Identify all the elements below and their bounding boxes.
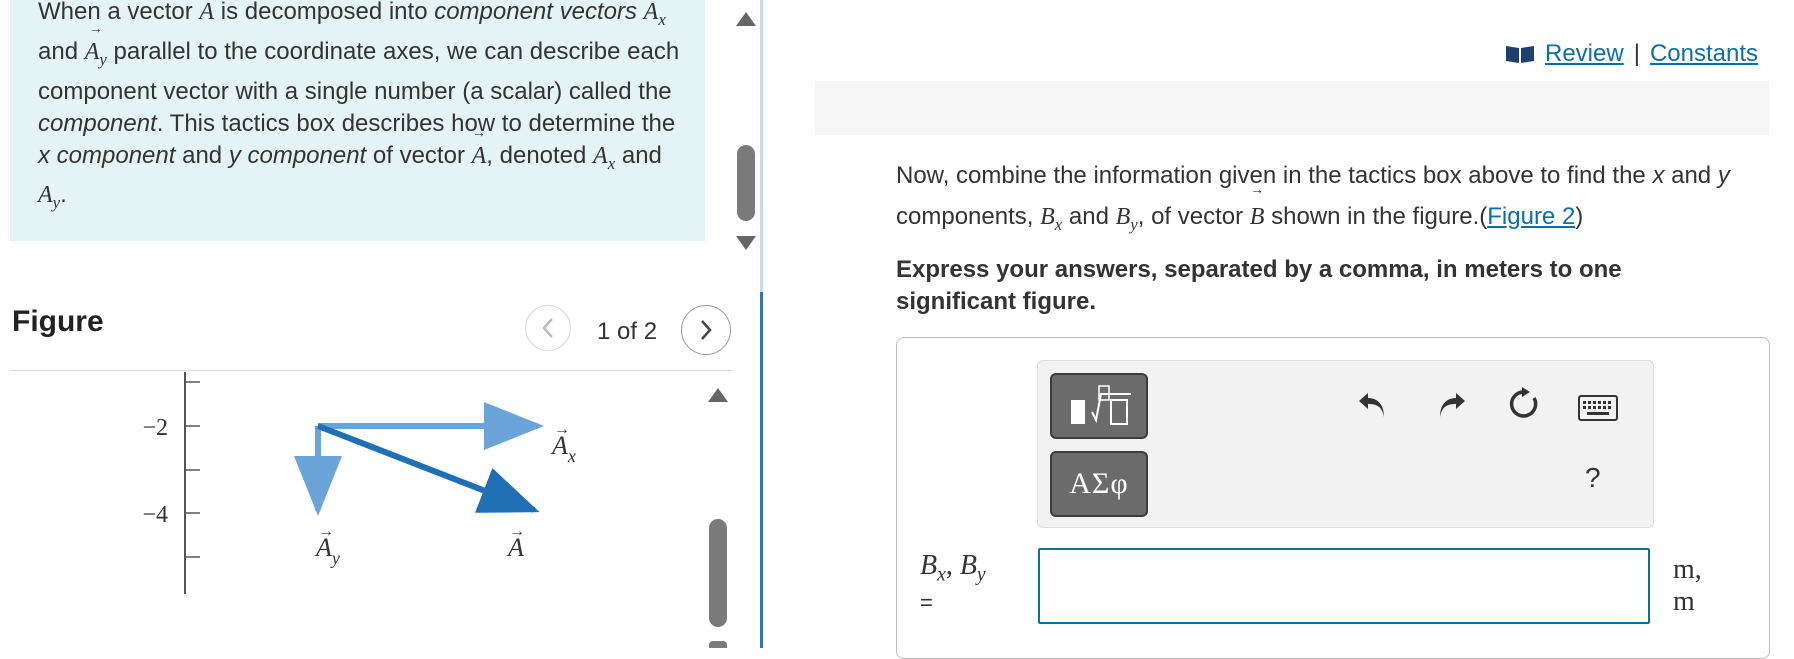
tactics-box: When a vector A is decomposed into compo… [10,0,705,241]
equals-sign: = [920,590,933,615]
figure-title: Figure [12,305,104,338]
header-bar [815,81,1769,135]
unit-label: m, m [1673,554,1702,617]
left-pane: When a vector A is decomposed into compo… [0,0,760,648]
keyboard-icon [1578,395,1618,421]
upper-scroll-down-arrow[interactable] [736,236,756,250]
arrow-over-Ax: → [554,421,570,438]
keyboard-button[interactable] [1577,394,1619,422]
symbols-button[interactable]: ΑΣφ [1050,451,1148,517]
figure-image: −2 −4 Ax → Ay → A → [142,372,576,594]
constants-link[interactable]: Constants [1650,40,1758,68]
vector-Ay: Ay [85,23,107,76]
review-link[interactable]: Review [1545,40,1624,68]
tick-label: −2 [142,415,168,441]
undo-button[interactable] [1355,386,1391,422]
lower-scroll-up-arrow[interactable] [708,388,728,402]
help-button[interactable]: ? [1585,462,1601,494]
link-separator: | [1633,40,1640,67]
chevron-left-icon [542,318,553,338]
figure-2-link[interactable]: Figure 2 [1487,203,1575,230]
chevron-right-icon [701,320,712,340]
arrow-over-Ay: → [318,523,334,540]
pane-divider-accent [760,292,763,648]
vector-B: B [1250,184,1265,238]
reset-icon [1509,387,1538,418]
answer-label: Bx, By = [920,550,986,615]
figure-next-button[interactable] [681,305,731,355]
answer-input[interactable] [1038,548,1650,624]
component-Ay: Ay [38,182,61,213]
component-Bx: Bx [1040,204,1063,234]
redo-icon [1440,393,1465,417]
arrow-over-A: → [509,523,525,540]
vector-A: A [199,0,214,28]
book-icon [1506,46,1534,63]
component-By: By [1115,204,1138,234]
tick-label: −4 [142,502,168,528]
figure-prev-button[interactable] [525,305,571,351]
lower-scroll-down-arrow[interactable] [709,641,727,648]
figure-counter: 1 of 2 [597,318,658,345]
vector-A-arrow [316,423,540,513]
vector-A-symbol: A [472,127,487,172]
question-text: Now, combine the information given in th… [896,155,1736,245]
upper-scroll-up-arrow[interactable] [736,12,756,26]
redo-button[interactable] [1433,386,1469,422]
undo-icon [1359,393,1384,417]
figure-divider [10,370,732,371]
templates-button[interactable] [1050,373,1148,439]
upper-scrollbar-thumb[interactable] [737,145,755,221]
lower-scrollbar-thumb[interactable] [709,519,727,627]
component-Ax: Ax [593,142,616,173]
reset-button[interactable] [1506,386,1542,422]
instructions: Express your answers, separated by a com… [896,256,1622,315]
top-links: Review | Constants [1505,40,1758,68]
tactics-text: When a vector A is decomposed into compo… [38,0,681,219]
templates-icon [1071,385,1131,425]
vector-Ax: Ax [644,0,666,36]
